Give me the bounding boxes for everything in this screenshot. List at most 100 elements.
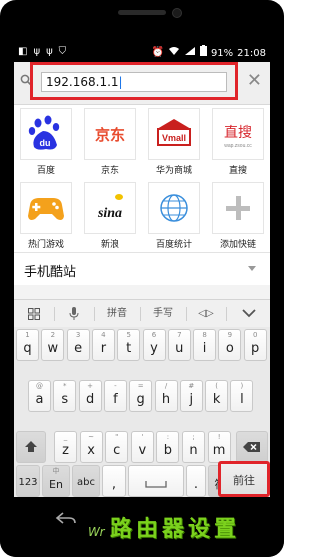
toolbar-divider — [186, 307, 187, 321]
key-label: f — [113, 392, 118, 407]
key-label: h — [161, 392, 171, 407]
language-switch-key[interactable]: 中 En — [42, 465, 70, 497]
key-z[interactable]: _ z — [54, 431, 77, 463]
ime-toolbar: 拼音 手写 ◁▷ — [14, 299, 270, 329]
key-f[interactable]: -f — [103, 380, 127, 412]
toolbar-divider — [54, 307, 55, 321]
key-x[interactable]: ~ x — [79, 431, 103, 463]
shield-icon: ⛉ — [58, 46, 67, 57]
key-secondary-label: 2 — [50, 331, 56, 339]
navigation-bar: Wr 路由器设置 — [0, 497, 284, 557]
key-secondary-label: : — [166, 433, 170, 441]
mobile-sites-dropdown[interactable]: 手机酷站 — [14, 252, 270, 286]
menu-icon: ◧ — [18, 46, 28, 57]
front-camera — [172, 8, 182, 18]
handwriting-mode[interactable]: 手写 — [146, 300, 180, 328]
key-m[interactable]: ! m — [207, 431, 231, 463]
numbers-key[interactable]: 123 — [16, 465, 40, 497]
tile-vmall[interactable]: Vmall 华为商城 — [142, 104, 206, 178]
pinyin-mode[interactable]: 拼音 — [100, 300, 134, 328]
tile-baidu[interactable]: du 百度 — [14, 104, 78, 178]
cursor-move-icon[interactable]: ◁▷ — [194, 300, 218, 328]
key-p[interactable]: 0p — [243, 329, 267, 361]
key-a[interactable]: @ a — [28, 380, 51, 412]
tile-label: 直搜 — [228, 166, 247, 176]
key-h[interactable]: / h — [154, 380, 178, 412]
svg-text:wap.zsou.cc: wap.zsou.cc — [224, 143, 252, 149]
key-secondary-label: 1 — [25, 331, 30, 339]
key-y[interactable]: 6y — [142, 329, 166, 361]
tile-sina[interactable]: sina 新浪 — [78, 178, 142, 252]
globe-icon — [148, 182, 200, 234]
key-label: s — [61, 392, 69, 407]
key-secondary-label: - — [114, 382, 117, 390]
key-e[interactable]: 3e — [66, 329, 90, 361]
go-key[interactable]: 前往 — [218, 461, 270, 497]
key-secondary-label: ( — [215, 382, 218, 390]
space-key[interactable] — [128, 465, 184, 497]
key-secondary-label: 3 — [75, 331, 81, 339]
key-q[interactable]: 1q — [16, 329, 39, 361]
key-g[interactable]: = g — [129, 380, 153, 412]
collapse-keyboard-icon[interactable] — [236, 300, 262, 328]
usb-icon: ψ — [33, 46, 41, 57]
key-secondary-label: ' — [141, 433, 144, 441]
key-secondary-label: 7 — [177, 331, 182, 339]
toolbar-divider — [94, 307, 95, 321]
tile-label: 新浪 — [100, 240, 119, 250]
key-label: j — [189, 392, 194, 407]
key-d[interactable]: + d — [78, 380, 102, 412]
url-input[interactable]: 192.168.1.1| — [41, 72, 227, 92]
back-icon[interactable] — [55, 511, 77, 525]
key-i[interactable]: 8i — [193, 329, 217, 361]
key-label: b — [163, 443, 173, 458]
address-bar: 192.168.1.1| ✕ — [14, 62, 270, 105]
key-k[interactable]: (k — [205, 380, 229, 412]
key-t[interactable]: 5t — [117, 329, 141, 361]
backspace-key[interactable] — [236, 431, 268, 463]
key-label: e — [74, 341, 83, 356]
earpiece — [118, 10, 166, 15]
tile-label: 华为商城 — [155, 166, 192, 176]
tile-label: 百度统计 — [155, 240, 192, 250]
jd-logo-icon: 京东 — [84, 108, 136, 160]
key-v[interactable]: ' v — [130, 431, 154, 463]
microphone-icon[interactable] — [62, 300, 86, 328]
key-label: l — [240, 392, 244, 407]
key-secondary-label: ! — [217, 433, 221, 441]
key-b[interactable]: :b — [156, 431, 180, 463]
phone-frame: ◧ ψ ψ ⛉ ⏰ 91% 21:08 192.168.1.1| ✕ du 百度… — [0, 0, 284, 557]
key-o[interactable]: 9o — [218, 329, 242, 361]
grid-menu-icon[interactable] — [22, 300, 46, 328]
tile-baidu-stats[interactable]: 百度统计 — [142, 178, 206, 252]
key-label: y — [150, 341, 158, 356]
key-w[interactable]: 2w — [41, 329, 65, 361]
battery-icon — [199, 45, 207, 61]
key-j[interactable]: # j — [179, 380, 203, 412]
tile-jd[interactable]: 京东 京东 — [78, 104, 142, 178]
comma-key[interactable]: , — [102, 465, 126, 497]
key-secondary-label: 4 — [101, 331, 106, 339]
key-r[interactable]: 4r — [91, 329, 115, 361]
key-label: w — [47, 341, 59, 356]
tile-hot-games[interactable]: 热门游戏 — [14, 178, 78, 252]
close-icon[interactable]: ✕ — [247, 72, 262, 90]
period-key[interactable]: . — [186, 465, 206, 497]
key-label: a — [35, 392, 44, 407]
key-c[interactable]: " c — [105, 431, 129, 463]
baidu-logo-icon: du — [20, 108, 72, 160]
key-secondary-label: 9 — [227, 331, 233, 339]
tile-add-shortcut[interactable]: 添加快链 — [206, 178, 270, 252]
key-n[interactable]: ; n — [182, 431, 205, 463]
key-secondary-label: ) — [240, 382, 244, 390]
key-secondary-label: # — [188, 382, 195, 390]
key-s[interactable]: * s — [53, 380, 77, 412]
tile-zhisou[interactable]: 直搜 wap.zsou.cc 直搜 — [206, 104, 270, 178]
signal-icon — [184, 46, 196, 61]
keyboard: 1q2w3e4r5t6y7u8i9o0p @ a * s + d - f = g / h # j(k) l … — [14, 327, 270, 497]
key-u[interactable]: 7u — [167, 329, 191, 361]
language-sup: 中 — [52, 467, 60, 475]
shift-key[interactable] — [16, 431, 46, 463]
key-l[interactable]: ) l — [230, 380, 254, 412]
abc-key[interactable]: abc — [72, 465, 100, 497]
